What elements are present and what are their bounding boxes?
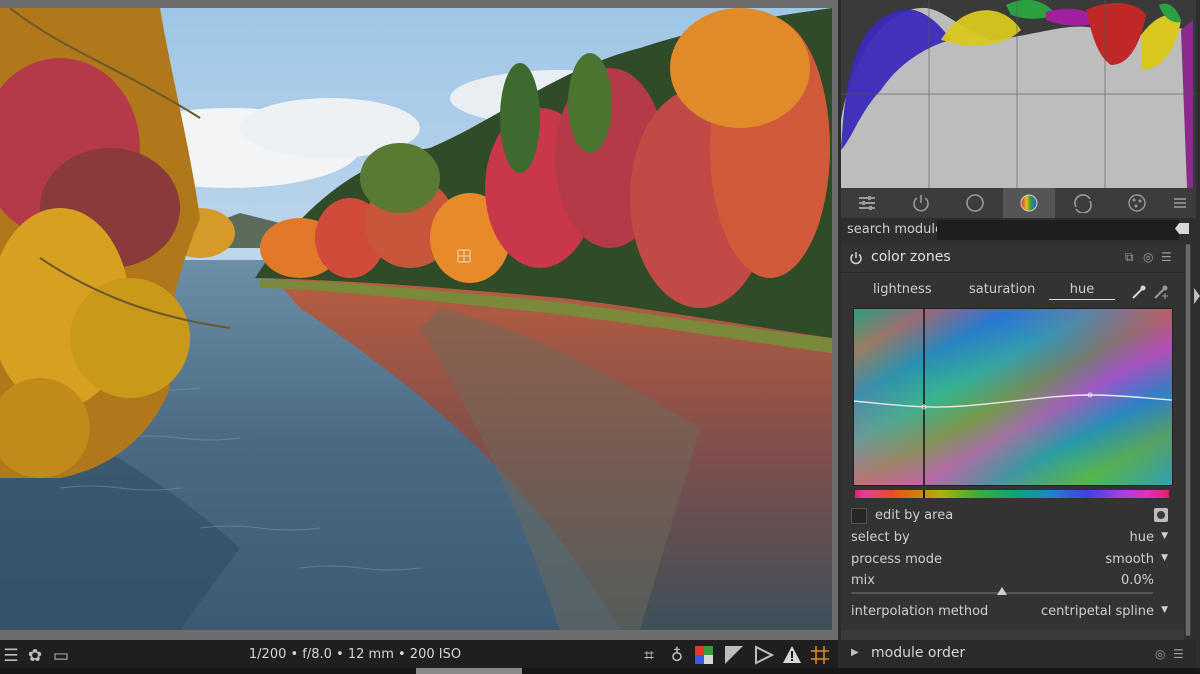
chevron-down-icon[interactable]: ▼ [1161,605,1168,615]
right-panel: search module color zones ⧉ ◎ ☰ lightnes… [841,0,1200,674]
color-modules-icon[interactable] [1003,188,1055,218]
process-mode-label: process mode [851,552,942,567]
select-by-value[interactable]: hue [1130,530,1154,545]
mix-value[interactable]: 0.0% [1121,573,1154,588]
correct-modules-icon[interactable] [1057,188,1109,218]
module-title: color zones [871,249,951,265]
mix-slider-knob[interactable] [997,587,1007,595]
effect-modules-icon[interactable] [1111,188,1163,218]
base-modules-icon[interactable] [949,188,1001,218]
presets-menu-icon[interactable]: ☰ [1161,250,1172,264]
center-view [0,0,838,640]
panel-scrollbar[interactable] [1185,244,1191,636]
reset-icon[interactable]: ◎ [1155,647,1165,661]
next-module-header[interactable] [841,630,1184,640]
more-icon[interactable] [1165,188,1195,218]
softproof-icon[interactable] [724,645,744,665]
picker-set-values-icon[interactable] [1153,284,1169,304]
hue-curve-graph[interactable] [853,308,1173,486]
focus-peaking-icon[interactable]: ⌗ [638,644,660,668]
exif-info: 1/200 • f/8.0 • 12 mm • 200 ISO [248,647,462,662]
reset-icon[interactable]: ◎ [1143,250,1153,264]
guides-icon[interactable] [810,645,830,665]
multi-instance-icon[interactable]: ⧉ [1125,250,1134,265]
interpolation-method-value[interactable]: centripetal spline [1041,604,1154,619]
tab-saturation[interactable]: saturation [969,282,1035,297]
color-assessment-icon[interactable] [694,645,714,665]
search-input[interactable] [937,220,1179,240]
edit-by-area-checkbox[interactable] [851,508,867,524]
process-mode-value[interactable]: smooth [1105,552,1154,567]
module-group-tabs [841,188,1196,218]
select-by-label: select by [851,530,910,545]
picker-icon[interactable] [1131,284,1147,304]
tab-hue[interactable]: hue [1049,282,1115,300]
hue-strip [855,490,1169,498]
autumn-lake-photo [0,8,832,630]
search-label: search module [847,222,944,237]
expand-arrow-icon[interactable]: ▶ [851,647,859,658]
interpolation-method-label: interpolation method [851,604,989,619]
lightbulb-icon[interactable]: ♁ [666,644,688,668]
mix-label: mix [851,573,875,588]
power-icon[interactable] [849,250,863,269]
presets-menu-icon[interactable]: ☰ [1173,647,1184,661]
tab-lightness[interactable]: lightness [873,282,932,297]
display-mask-icon[interactable] [1154,508,1168,522]
chevron-down-icon[interactable]: ▼ [1161,531,1168,541]
gamut-check-icon[interactable] [754,645,775,665]
module-order-row[interactable]: ▶ module order ◎ ☰ [841,640,1196,668]
edit-by-area-label: edit by area [875,508,954,523]
filmstrip-edge [0,668,1200,674]
search-module: search module [841,218,1191,242]
module-header[interactable]: color zones ⧉ ◎ ☰ [841,244,1184,273]
chevron-down-icon[interactable]: ▼ [1161,553,1168,563]
module-order-label: module order [871,645,966,661]
histogram[interactable] [841,0,1196,188]
photo-preview[interactable] [0,8,832,630]
color-zones-module: color zones ⧉ ◎ ☰ lightness saturation h… [841,244,1184,630]
active-modules-icon[interactable] [895,188,947,218]
collapse-panel-icon[interactable] [1194,288,1200,304]
presets-icon[interactable] [841,188,893,218]
overexposed-warning-icon[interactable] [782,645,802,665]
